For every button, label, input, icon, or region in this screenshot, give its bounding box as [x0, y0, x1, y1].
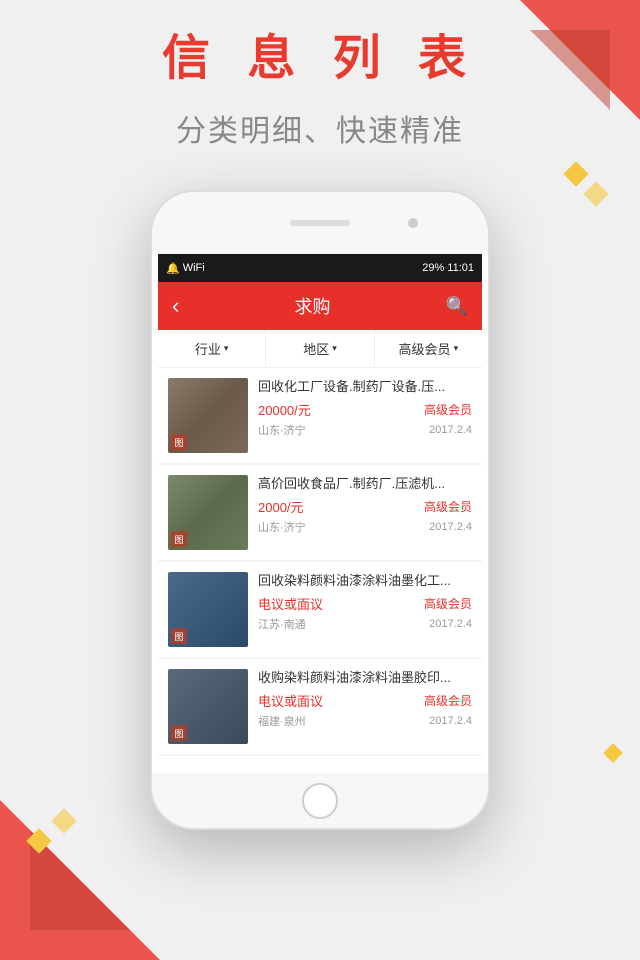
item-content: 高价回收食品厂.制药厂.压滤机... 2000/元 高级会员 山东·济宁 201…	[248, 475, 472, 535]
item-image: 图	[168, 475, 248, 550]
filter-region-arrow: ▾	[332, 343, 337, 354]
phone-bottom-bezel	[152, 773, 488, 828]
image-icon: 图	[171, 434, 187, 450]
filter-vip-arrow: ▾	[454, 343, 459, 354]
list-item[interactable]: 图 回收染料颜料油漆涂料油墨化工... 电议或面议 高级会员 江苏·南通 201…	[158, 562, 482, 657]
item-badge: 高级会员	[424, 692, 472, 709]
filter-industry-arrow: ▾	[224, 343, 229, 354]
item-location-row: 江苏·南通 2017.2.4	[258, 616, 472, 632]
sub-title: 分类明细、快速精准	[0, 106, 640, 150]
item-price-row: 电议或面议 高级会员	[258, 691, 472, 710]
item-date: 2017.2.4	[429, 424, 472, 436]
item-badge: 高级会员	[424, 498, 472, 515]
status-bar: 🔔 WiFi 29% 11:01	[158, 254, 482, 282]
item-location: 江苏·南通	[258, 616, 306, 632]
notification-icon: 🔔	[166, 262, 180, 275]
status-left-icons: 🔔 WiFi	[166, 262, 205, 275]
phone-top-bezel	[152, 192, 488, 254]
item-price-row: 2000/元 高级会员	[258, 497, 472, 516]
item-location-row: 山东·济宁 2017.2.4	[258, 519, 472, 535]
item-location-row: 福建·泉州 2017.2.4	[258, 713, 472, 729]
filter-region-label: 地区	[303, 339, 329, 358]
phone-mockup: 🔔 WiFi 29% 11:01 ‹ 求购 🔍 行业 ▾	[150, 190, 490, 830]
list-item[interactable]: 图 回收化工厂设备.制药厂设备.压... 20000/元 高级会员 山东·济宁 …	[158, 368, 482, 463]
navigation-bar: ‹ 求购 🔍	[158, 282, 482, 330]
filter-industry-label: 行业	[195, 339, 221, 358]
deco-diamond-2	[583, 181, 608, 206]
list-item[interactable]: 图 高价回收食品厂.制药厂.压滤机... 2000/元 高级会员 山东·济宁 2…	[158, 465, 482, 560]
phone-speaker	[290, 220, 350, 226]
item-location: 福建·泉州	[258, 713, 306, 729]
battery-text: 29%	[422, 262, 444, 274]
search-icon[interactable]: 🔍	[446, 296, 468, 317]
item-title: 回收染料颜料油漆涂料油墨化工...	[258, 572, 472, 590]
hero-section: 信 息 列 表 分类明细、快速精准	[0, 30, 640, 150]
item-title: 收购染料颜料油漆涂料油墨胶印...	[258, 669, 472, 687]
home-button[interactable]	[302, 783, 338, 819]
image-icon: 图	[171, 531, 187, 547]
item-date: 2017.2.4	[429, 715, 472, 727]
item-date: 2017.2.4	[429, 618, 472, 630]
item-title: 高价回收食品厂.制药厂.压滤机...	[258, 475, 472, 493]
main-title: 信 息 列 表	[0, 30, 640, 88]
deco-diamond-1	[563, 161, 588, 186]
filter-bar: 行业 ▾ 地区 ▾ 高级会员 ▾	[158, 330, 482, 368]
list-item[interactable]: 图 收购染料颜料油漆涂料油墨胶印... 电议或面议 高级会员 福建·泉州 201…	[158, 659, 482, 754]
filter-region[interactable]: 地区 ▾	[266, 330, 374, 367]
page-title: 求购	[294, 293, 330, 319]
phone-camera	[408, 218, 418, 228]
item-content: 回收化工厂设备.制药厂设备.压... 20000/元 高级会员 山东·济宁 20…	[248, 378, 472, 438]
item-image: 图	[168, 572, 248, 647]
item-image: 图	[168, 378, 248, 453]
item-price: 2000/元	[258, 497, 304, 516]
item-location: 山东·济宁	[258, 422, 306, 438]
filter-vip[interactable]: 高级会员 ▾	[375, 330, 482, 367]
item-badge: 高级会员	[424, 595, 472, 612]
item-date: 2017.2.4	[429, 521, 472, 533]
item-location-row: 山东·济宁 2017.2.4	[258, 422, 472, 438]
item-content: 回收染料颜料油漆涂料油墨化工... 电议或面议 高级会员 江苏·南通 2017.…	[248, 572, 472, 632]
image-icon: 图	[171, 628, 187, 644]
back-button[interactable]: ‹	[172, 293, 179, 319]
status-right-icons: 29% 11:01	[422, 262, 474, 274]
phone-screen: 🔔 WiFi 29% 11:01 ‹ 求购 🔍 行业 ▾	[158, 254, 482, 773]
list-container: 图 回收化工厂设备.制药厂设备.压... 20000/元 高级会员 山东·济宁 …	[158, 368, 482, 756]
time-display: 11:01	[447, 262, 474, 274]
item-title: 回收化工厂设备.制药厂设备.压...	[258, 378, 472, 396]
filter-vip-label: 高级会员	[399, 339, 451, 358]
item-price: 20000/元	[258, 400, 311, 419]
deco-diamond-5	[603, 743, 623, 763]
item-price-row: 电议或面议 高级会员	[258, 594, 472, 613]
item-price: 电议或面议	[258, 691, 323, 710]
item-badge: 高级会员	[424, 401, 472, 418]
image-icon: 图	[171, 725, 187, 741]
item-price: 电议或面议	[258, 594, 323, 613]
filter-industry[interactable]: 行业 ▾	[158, 330, 266, 367]
wifi-icon: WiFi	[183, 262, 205, 274]
item-location: 山东·济宁	[258, 519, 306, 535]
item-image: 图	[168, 669, 248, 744]
item-content: 收购染料颜料油漆涂料油墨胶印... 电议或面议 高级会员 福建·泉州 2017.…	[248, 669, 472, 729]
phone-body: 🔔 WiFi 29% 11:01 ‹ 求购 🔍 行业 ▾	[150, 190, 490, 830]
item-price-row: 20000/元 高级会员	[258, 400, 472, 419]
